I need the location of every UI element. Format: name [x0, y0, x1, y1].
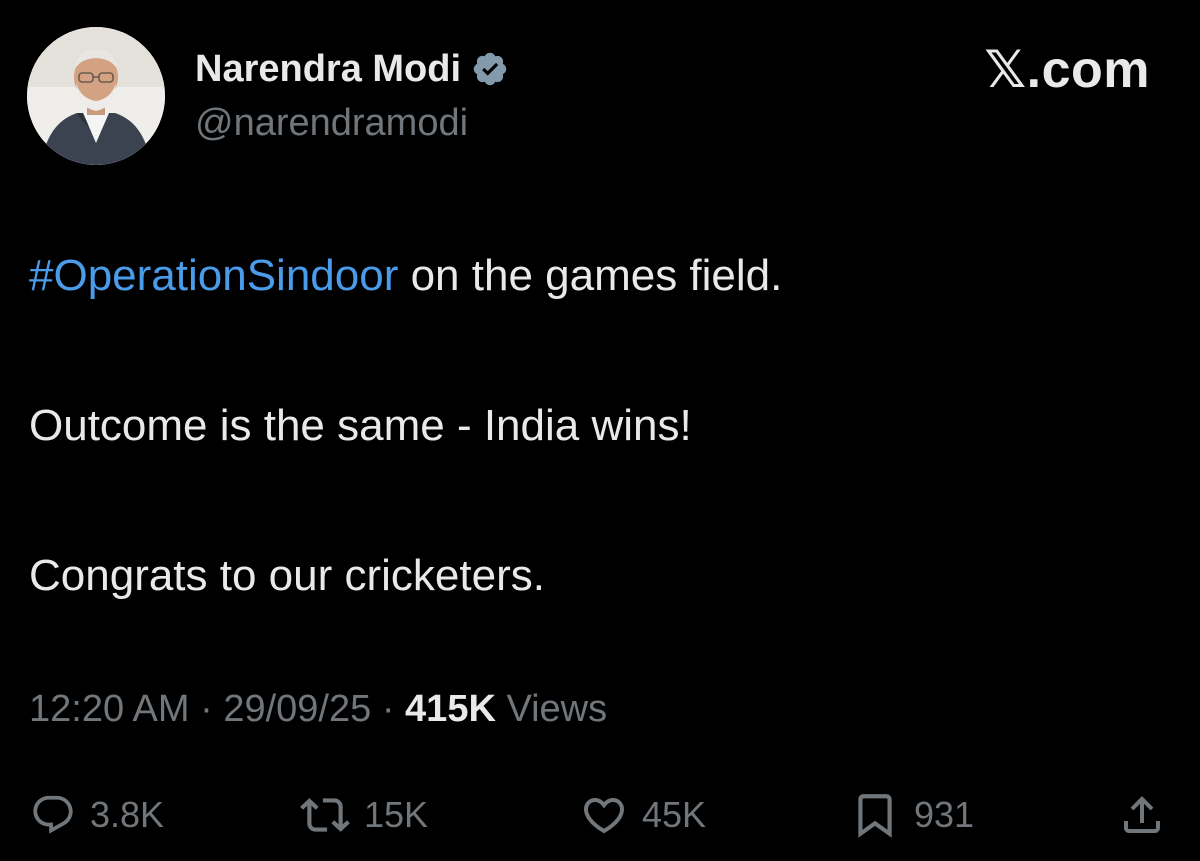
reply-button[interactable]: 3.8K: [30, 785, 164, 845]
reply-count: 3.8K: [90, 794, 165, 835]
author-handle[interactable]: @narendramodi: [195, 104, 468, 142]
action-bar: 3.8K 15K 45K 931: [0, 785, 1200, 845]
tweet-line-2: Outcome is the same - India wins!: [29, 401, 692, 450]
bookmark-count: 931: [914, 794, 975, 835]
repost-count: 15K: [364, 794, 429, 835]
meta-separator: ·: [371, 688, 406, 730]
share-button[interactable]: [1118, 785, 1166, 845]
heart-icon: [583, 798, 625, 834]
tweet-line-1: #OperationSindoor on the games field.: [29, 254, 782, 306]
repost-icon: [300, 798, 350, 832]
reply-icon: [33, 795, 73, 834]
tweet-line-1-text: on the games field.: [398, 251, 783, 300]
share-icon: [1124, 796, 1160, 833]
x-com-logo: 𝕏.com: [984, 41, 1150, 99]
views-label: Views: [495, 688, 608, 730]
meta-separator: ·: [189, 688, 224, 730]
hashtag-link[interactable]: #OperationSindoor: [29, 251, 398, 300]
tweet-text: #OperationSindoor on the games field. Ou…: [29, 254, 782, 606]
verified-badge-icon[interactable]: [471, 50, 509, 88]
like-count: 45K: [642, 794, 707, 835]
tweet-line-3: Congrats to our cricketers.: [29, 551, 545, 600]
display-name[interactable]: Narendra Modi: [195, 50, 461, 88]
author-name-row: Narendra Modi: [195, 44, 509, 94]
repost-button[interactable]: 15K: [300, 785, 428, 845]
like-button[interactable]: 45K: [580, 785, 706, 845]
avatar-image: [27, 27, 165, 165]
tweet-date[interactable]: 29/09/25: [223, 688, 371, 730]
views-count[interactable]: 415K: [405, 688, 496, 730]
tweet-meta: 12:20 AM · 29/09/25 · 415K Views: [29, 690, 607, 728]
bookmark-button[interactable]: 931: [850, 785, 974, 845]
avatar[interactable]: [27, 27, 165, 165]
bookmark-icon: [858, 794, 892, 838]
tweet-time[interactable]: 12:20 AM: [29, 688, 190, 730]
